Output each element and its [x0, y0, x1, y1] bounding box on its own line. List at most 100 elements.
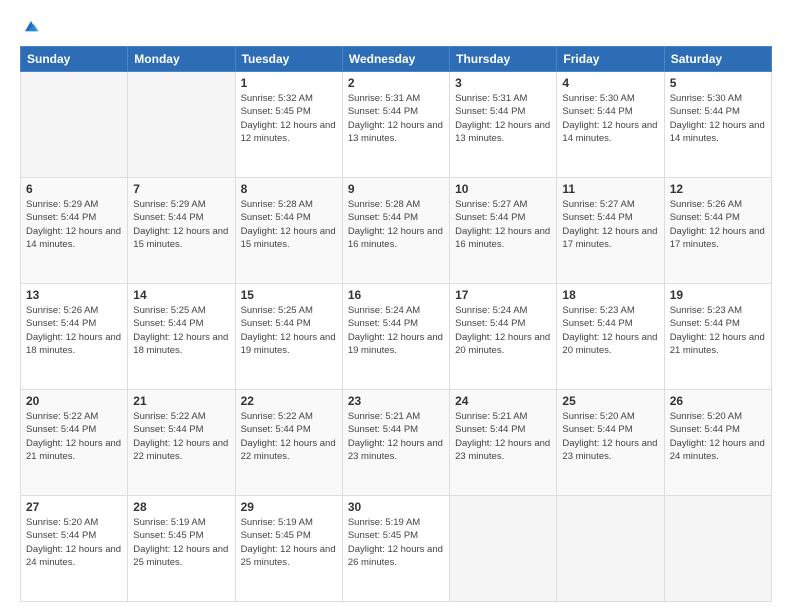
day-info: Sunrise: 5:30 AM Sunset: 5:44 PM Dayligh… — [670, 92, 766, 145]
day-info: Sunrise: 5:32 AM Sunset: 5:45 PM Dayligh… — [241, 92, 337, 145]
day-info: Sunrise: 5:20 AM Sunset: 5:44 PM Dayligh… — [562, 410, 658, 463]
calendar-cell: 25 Sunrise: 5:20 AM Sunset: 5:44 PM Dayli… — [557, 390, 664, 496]
day-number: 3 — [455, 76, 551, 90]
header — [20, 18, 772, 36]
day-number: 17 — [455, 288, 551, 302]
day-info: Sunrise: 5:22 AM Sunset: 5:44 PM Dayligh… — [133, 410, 229, 463]
day-number: 27 — [26, 500, 122, 514]
calendar-cell — [450, 496, 557, 602]
calendar-week-row: 13 Sunrise: 5:26 AM Sunset: 5:44 PM Dayli… — [21, 284, 772, 390]
day-info: Sunrise: 5:26 AM Sunset: 5:44 PM Dayligh… — [670, 198, 766, 251]
day-number: 22 — [241, 394, 337, 408]
calendar-cell: 27 Sunrise: 5:20 AM Sunset: 5:44 PM Dayli… — [21, 496, 128, 602]
day-number: 13 — [26, 288, 122, 302]
calendar-cell: 29 Sunrise: 5:19 AM Sunset: 5:45 PM Dayli… — [235, 496, 342, 602]
calendar-cell: 8 Sunrise: 5:28 AM Sunset: 5:44 PM Daylig… — [235, 178, 342, 284]
calendar-cell: 30 Sunrise: 5:19 AM Sunset: 5:45 PM Dayli… — [342, 496, 449, 602]
calendar-cell: 2 Sunrise: 5:31 AM Sunset: 5:44 PM Daylig… — [342, 72, 449, 178]
day-number: 10 — [455, 182, 551, 196]
calendar-cell: 21 Sunrise: 5:22 AM Sunset: 5:44 PM Dayli… — [128, 390, 235, 496]
day-info: Sunrise: 5:31 AM Sunset: 5:44 PM Dayligh… — [455, 92, 551, 145]
calendar-week-row: 1 Sunrise: 5:32 AM Sunset: 5:45 PM Daylig… — [21, 72, 772, 178]
calendar-cell: 9 Sunrise: 5:28 AM Sunset: 5:44 PM Daylig… — [342, 178, 449, 284]
day-number: 4 — [562, 76, 658, 90]
day-number: 1 — [241, 76, 337, 90]
day-info: Sunrise: 5:25 AM Sunset: 5:44 PM Dayligh… — [133, 304, 229, 357]
day-number: 20 — [26, 394, 122, 408]
day-number: 29 — [241, 500, 337, 514]
calendar-week-row: 6Sunrise: 5:29 AM Sunset: 5:44 PM Daylig… — [21, 178, 772, 284]
day-number: 23 — [348, 394, 444, 408]
day-info: Sunrise: 5:20 AM Sunset: 5:44 PM Dayligh… — [670, 410, 766, 463]
calendar-cell: 24Sunrise: 5:21 AM Sunset: 5:44 PM Dayli… — [450, 390, 557, 496]
day-header-wednesday: Wednesday — [342, 47, 449, 72]
calendar-week-row: 20 Sunrise: 5:22 AM Sunset: 5:44 PM Dayli… — [21, 390, 772, 496]
day-header-sunday: Sunday — [21, 47, 128, 72]
day-number: 14 — [133, 288, 229, 302]
day-info: Sunrise: 5:22 AM Sunset: 5:44 PM Dayligh… — [26, 410, 122, 463]
day-number: 25 — [562, 394, 658, 408]
day-info: Sunrise: 5:21 AM Sunset: 5:44 PM Dayligh… — [348, 410, 444, 463]
day-info: Sunrise: 5:24 AM Sunset: 5:44 PM Dayligh… — [455, 304, 551, 357]
day-info: Sunrise: 5:19 AM Sunset: 5:45 PM Dayligh… — [348, 516, 444, 569]
calendar-cell: 22 Sunrise: 5:22 AM Sunset: 5:44 PM Dayli… — [235, 390, 342, 496]
day-info: Sunrise: 5:28 AM Sunset: 5:44 PM Dayligh… — [348, 198, 444, 251]
day-number: 26 — [670, 394, 766, 408]
day-info: Sunrise: 5:25 AM Sunset: 5:44 PM Dayligh… — [241, 304, 337, 357]
calendar-cell: 12 Sunrise: 5:26 AM Sunset: 5:44 PM Dayli… — [664, 178, 771, 284]
calendar-week-row: 27 Sunrise: 5:20 AM Sunset: 5:44 PM Dayli… — [21, 496, 772, 602]
calendar: SundayMondayTuesdayWednesdayThursdayFrid… — [20, 46, 772, 602]
calendar-cell: 23 Sunrise: 5:21 AM Sunset: 5:44 PM Dayli… — [342, 390, 449, 496]
calendar-cell: 16Sunrise: 5:24 AM Sunset: 5:44 PM Dayli… — [342, 284, 449, 390]
day-info: Sunrise: 5:27 AM Sunset: 5:44 PM Dayligh… — [562, 198, 658, 251]
calendar-cell: 18Sunrise: 5:23 AM Sunset: 5:44 PM Dayli… — [557, 284, 664, 390]
calendar-cell: 6Sunrise: 5:29 AM Sunset: 5:44 PM Daylig… — [21, 178, 128, 284]
day-number: 9 — [348, 182, 444, 196]
day-number: 11 — [562, 182, 658, 196]
day-info: Sunrise: 5:29 AM Sunset: 5:44 PM Dayligh… — [26, 198, 122, 251]
calendar-cell: 10 Sunrise: 5:27 AM Sunset: 5:44 PM Dayli… — [450, 178, 557, 284]
day-number: 19 — [670, 288, 766, 302]
day-info: Sunrise: 5:30 AM Sunset: 5:44 PM Dayligh… — [562, 92, 658, 145]
calendar-cell: 7 Sunrise: 5:29 AM Sunset: 5:44 PM Daylig… — [128, 178, 235, 284]
day-info: Sunrise: 5:27 AM Sunset: 5:44 PM Dayligh… — [455, 198, 551, 251]
day-info: Sunrise: 5:22 AM Sunset: 5:44 PM Dayligh… — [241, 410, 337, 463]
day-number: 2 — [348, 76, 444, 90]
day-number: 18 — [562, 288, 658, 302]
page: SundayMondayTuesdayWednesdayThursdayFrid… — [0, 0, 792, 612]
day-info: Sunrise: 5:28 AM Sunset: 5:44 PM Dayligh… — [241, 198, 337, 251]
calendar-header-row: SundayMondayTuesdayWednesdayThursdayFrid… — [21, 47, 772, 72]
calendar-cell: 15 Sunrise: 5:25 AM Sunset: 5:44 PM Dayli… — [235, 284, 342, 390]
calendar-cell: 19Sunrise: 5:23 AM Sunset: 5:44 PM Dayli… — [664, 284, 771, 390]
day-header-monday: Monday — [128, 47, 235, 72]
calendar-cell: 26 Sunrise: 5:20 AM Sunset: 5:44 PM Dayli… — [664, 390, 771, 496]
day-info: Sunrise: 5:29 AM Sunset: 5:44 PM Dayligh… — [133, 198, 229, 251]
day-info: Sunrise: 5:19 AM Sunset: 5:45 PM Dayligh… — [241, 516, 337, 569]
day-header-thursday: Thursday — [450, 47, 557, 72]
day-header-friday: Friday — [557, 47, 664, 72]
calendar-cell: 1 Sunrise: 5:32 AM Sunset: 5:45 PM Daylig… — [235, 72, 342, 178]
day-number: 30 — [348, 500, 444, 514]
calendar-cell: 4 Sunrise: 5:30 AM Sunset: 5:44 PM Daylig… — [557, 72, 664, 178]
logo — [20, 18, 44, 36]
day-number: 8 — [241, 182, 337, 196]
day-header-saturday: Saturday — [664, 47, 771, 72]
day-number: 12 — [670, 182, 766, 196]
calendar-cell: 13 Sunrise: 5:26 AM Sunset: 5:44 PM Dayli… — [21, 284, 128, 390]
calendar-cell: 28Sunrise: 5:19 AM Sunset: 5:45 PM Dayli… — [128, 496, 235, 602]
day-info: Sunrise: 5:31 AM Sunset: 5:44 PM Dayligh… — [348, 92, 444, 145]
day-number: 24 — [455, 394, 551, 408]
calendar-cell — [128, 72, 235, 178]
calendar-cell: 17 Sunrise: 5:24 AM Sunset: 5:44 PM Dayli… — [450, 284, 557, 390]
day-number: 15 — [241, 288, 337, 302]
day-number: 21 — [133, 394, 229, 408]
day-info: Sunrise: 5:20 AM Sunset: 5:44 PM Dayligh… — [26, 516, 122, 569]
day-number: 28 — [133, 500, 229, 514]
calendar-cell: 20 Sunrise: 5:22 AM Sunset: 5:44 PM Dayli… — [21, 390, 128, 496]
day-number: 16 — [348, 288, 444, 302]
day-number: 5 — [670, 76, 766, 90]
day-number: 7 — [133, 182, 229, 196]
day-info: Sunrise: 5:26 AM Sunset: 5:44 PM Dayligh… — [26, 304, 122, 357]
calendar-cell: 3 Sunrise: 5:31 AM Sunset: 5:44 PM Daylig… — [450, 72, 557, 178]
calendar-cell — [557, 496, 664, 602]
